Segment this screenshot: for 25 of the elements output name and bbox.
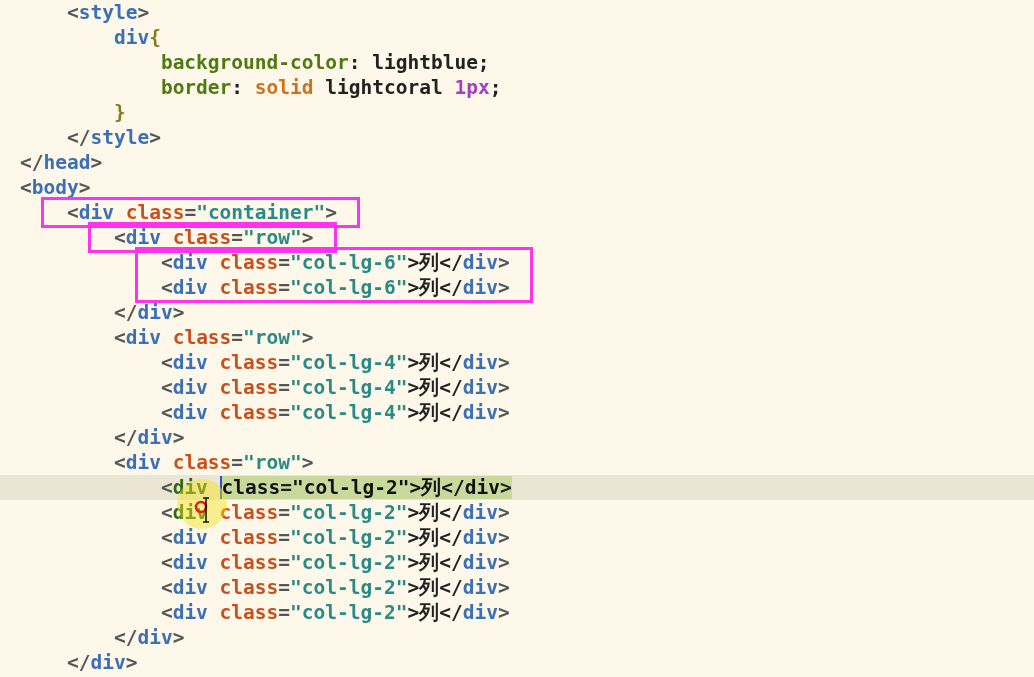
code-line: <div class="container"> — [66, 203, 338, 222]
code-line: <div class="col-lg-6">列</div> — [160, 253, 510, 272]
code-line: border: solid lightcoral 1px; — [160, 78, 502, 97]
code-line: </div> — [113, 628, 185, 647]
code-line: </div> — [113, 303, 185, 322]
code-line: } — [113, 103, 126, 122]
code-line: <div class="col-lg-2">列</div> — [160, 553, 510, 572]
code-line: <div class="row"> — [113, 228, 314, 247]
code-line: <div class="col-lg-2">列</div> — [160, 528, 510, 547]
code-line: <div class="row"> — [113, 453, 314, 472]
code-line: <style> — [66, 3, 150, 22]
code-line: <div class="col-lg-4">列</div> — [160, 353, 510, 372]
code-line: <div class="col-lg-2">列</div> — [160, 603, 510, 622]
code-line: background-color: lightblue; — [160, 53, 490, 72]
code-line: <div class="col-lg-4">列</div> — [160, 403, 510, 422]
code-line: </head> — [20, 153, 103, 172]
code-line: <div class="row"> — [113, 328, 314, 347]
code-line: <div class="col-lg-4">列</div> — [160, 378, 510, 397]
code-line: </div> — [66, 653, 138, 672]
code-line: </div> — [113, 428, 185, 447]
code-line: <div class="col-lg-2">列</div> — [160, 578, 510, 597]
code-line: div{ — [113, 28, 161, 47]
code-line: </style> — [66, 128, 161, 147]
code-line: <div class="col-lg-6">列</div> — [160, 278, 510, 297]
code-line: <body> — [20, 178, 91, 197]
